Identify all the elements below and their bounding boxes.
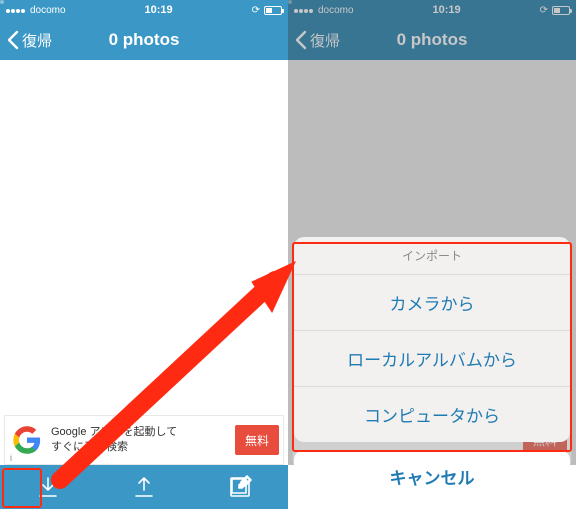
carrier-label: docomo (30, 5, 66, 16)
signal-dots-icon (6, 5, 26, 16)
action-sheet-title: インポート (294, 237, 570, 274)
screenshot-left: docomo 10:19 ⟳ 復帰 0 photos Google アプリを起動… (0, 0, 288, 509)
carrier-label: docomo (318, 5, 354, 16)
action-sheet: インポート カメラから ローカルアルバムから コンピュータから キャンセル (294, 237, 570, 503)
status-bar: docomo 10:19 ⟳ (288, 0, 576, 20)
page-title: 0 photos (109, 30, 180, 50)
photo-grid-empty (0, 60, 288, 465)
nav-bar: 復帰 0 photos (0, 20, 288, 60)
back-button[interactable]: 復帰 (6, 20, 52, 60)
chevron-left-icon (294, 30, 308, 50)
import-button[interactable] (26, 465, 70, 509)
status-time: 10:19 (433, 4, 461, 16)
rotation-lock-icon: ⟳ (540, 5, 548, 16)
sheet-option-camera[interactable]: カメラから (294, 274, 570, 330)
chevron-left-icon (6, 30, 20, 50)
screenshot-right: docomo 10:19 ⟳ 復帰 0 photos 無料 インポート カメラか… (288, 0, 576, 509)
ad-info-icon[interactable]: i (5, 452, 17, 464)
battery-icon (552, 6, 570, 15)
back-label: 復帰 (22, 30, 52, 51)
bottom-toolbar (0, 465, 288, 509)
export-button[interactable] (122, 465, 166, 509)
sheet-cancel-button[interactable]: キャンセル (294, 450, 570, 503)
back-label: 復帰 (310, 30, 340, 51)
signal-dots-icon (294, 5, 314, 16)
ad-text: Google アプリを起動して すぐに音声検索 (51, 425, 235, 455)
action-sheet-group: インポート カメラから ローカルアルバムから コンピュータから (294, 237, 570, 442)
rotation-lock-icon: ⟳ (252, 5, 260, 16)
nav-bar: 復帰 0 photos (288, 20, 576, 60)
download-icon (36, 475, 60, 499)
battery-icon (264, 6, 282, 15)
ad-cta-button[interactable]: 無料 (235, 425, 279, 455)
compose-icon (228, 475, 252, 499)
status-bar: docomo 10:19 ⟳ (0, 0, 288, 20)
sheet-option-local-album[interactable]: ローカルアルバムから (294, 330, 570, 386)
upload-icon (132, 475, 156, 499)
sheet-option-computer[interactable]: コンピュータから (294, 386, 570, 442)
compose-button[interactable] (218, 465, 262, 509)
back-button[interactable]: 復帰 (294, 20, 340, 60)
status-time: 10:19 (145, 4, 173, 16)
ad-banner[interactable]: Google アプリを起動して すぐに音声検索 無料 i (4, 415, 284, 465)
page-title: 0 photos (397, 30, 468, 50)
